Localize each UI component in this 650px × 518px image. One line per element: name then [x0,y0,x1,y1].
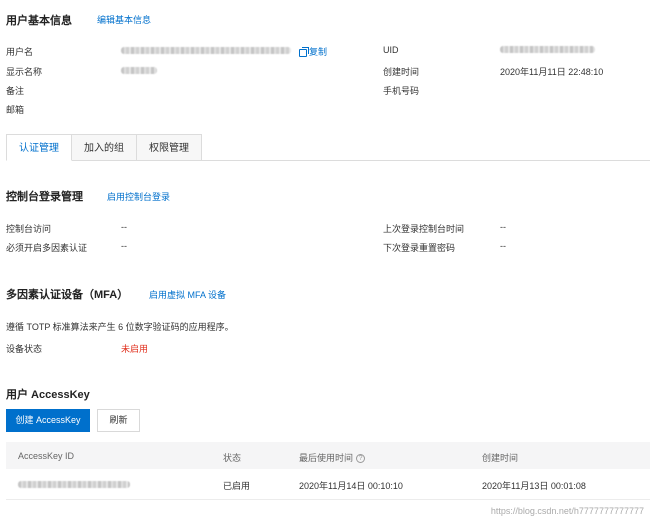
refresh-button[interactable]: 刷新 [97,409,140,432]
username-label: 用户名 [6,47,34,57]
remark-label: 备注 [6,86,25,96]
mfa-title: 多因素认证设备（MFA） [6,289,129,301]
accesskey-last-used: 2020年11月14日 00:10:10 [299,481,403,491]
tab-permission-management[interactable]: 权限管理 [136,134,202,161]
device-status-label: 设备状态 [6,344,43,354]
username-value-redacted [121,46,291,56]
next-login-reset-password-value: -- [500,241,506,251]
tab-joined-groups[interactable]: 加入的组 [71,134,137,161]
copy-icon [299,46,309,57]
console-access-label: 控制台访问 [6,224,52,234]
tab-auth-management[interactable]: 认证管理 [6,134,72,161]
col-last-used-label: 最后使用时间 [299,453,354,463]
last-console-login-value: -- [500,222,506,232]
col-created: 创建时间 [482,453,519,463]
enable-console-login-link[interactable]: 启用控制台登录 [107,190,170,203]
basic-info-title: 用户基本信息 [6,15,72,27]
last-console-login-label: 上次登录控制台时间 [383,224,465,234]
col-status: 状态 [223,453,242,463]
accesskey-title: 用户 AccessKey [6,389,90,401]
enable-virtual-mfa-link[interactable]: 启用虚拟 MFA 设备 [149,288,226,301]
device-status-value: 未启用 [121,344,149,354]
display-name-value-redacted [121,66,157,76]
display-name-label: 显示名称 [6,67,43,77]
next-login-reset-password-label: 下次登录重置密码 [383,243,456,253]
uid-label: UID [383,45,399,55]
uid-value-redacted [500,45,595,55]
help-icon[interactable]: ? [356,454,366,464]
mfa-required-value: -- [121,241,127,251]
console-access-value: -- [121,222,127,232]
accesskey-status: 已启用 [223,481,251,491]
mfa-required-label: 必须开启多因素认证 [6,243,88,253]
copy-label: 复制 [309,47,328,57]
table-row-divider [6,499,650,500]
edit-basic-info-link[interactable]: 编辑基本信息 [97,13,151,26]
created-time-value: 2020年11月11日 22:48:10 [500,67,604,77]
created-time-label: 创建时间 [383,67,420,77]
col-accesskey-id: AccessKey ID [18,451,75,461]
create-accesskey-button[interactable]: 创建 AccessKey [6,409,90,432]
col-last-used: 最后使用时间? [299,451,366,464]
email-label: 邮箱 [6,105,25,115]
watermark-text: https://blog.csdn.net/h7777777777777 [490,506,644,516]
console-login-title: 控制台登录管理 [6,191,83,203]
accesskey-created: 2020年11月13日 00:01:08 [482,481,586,491]
copy-username-button[interactable]: 复制 [299,45,327,58]
mfa-description: 遵循 TOTP 标准算法来产生 6 位数字验证码的应用程序。 [6,322,234,332]
tab-bar: 认证管理 加入的组 权限管理 [6,134,202,161]
accesskey-id-redacted [18,480,130,490]
phone-label: 手机号码 [383,86,420,96]
